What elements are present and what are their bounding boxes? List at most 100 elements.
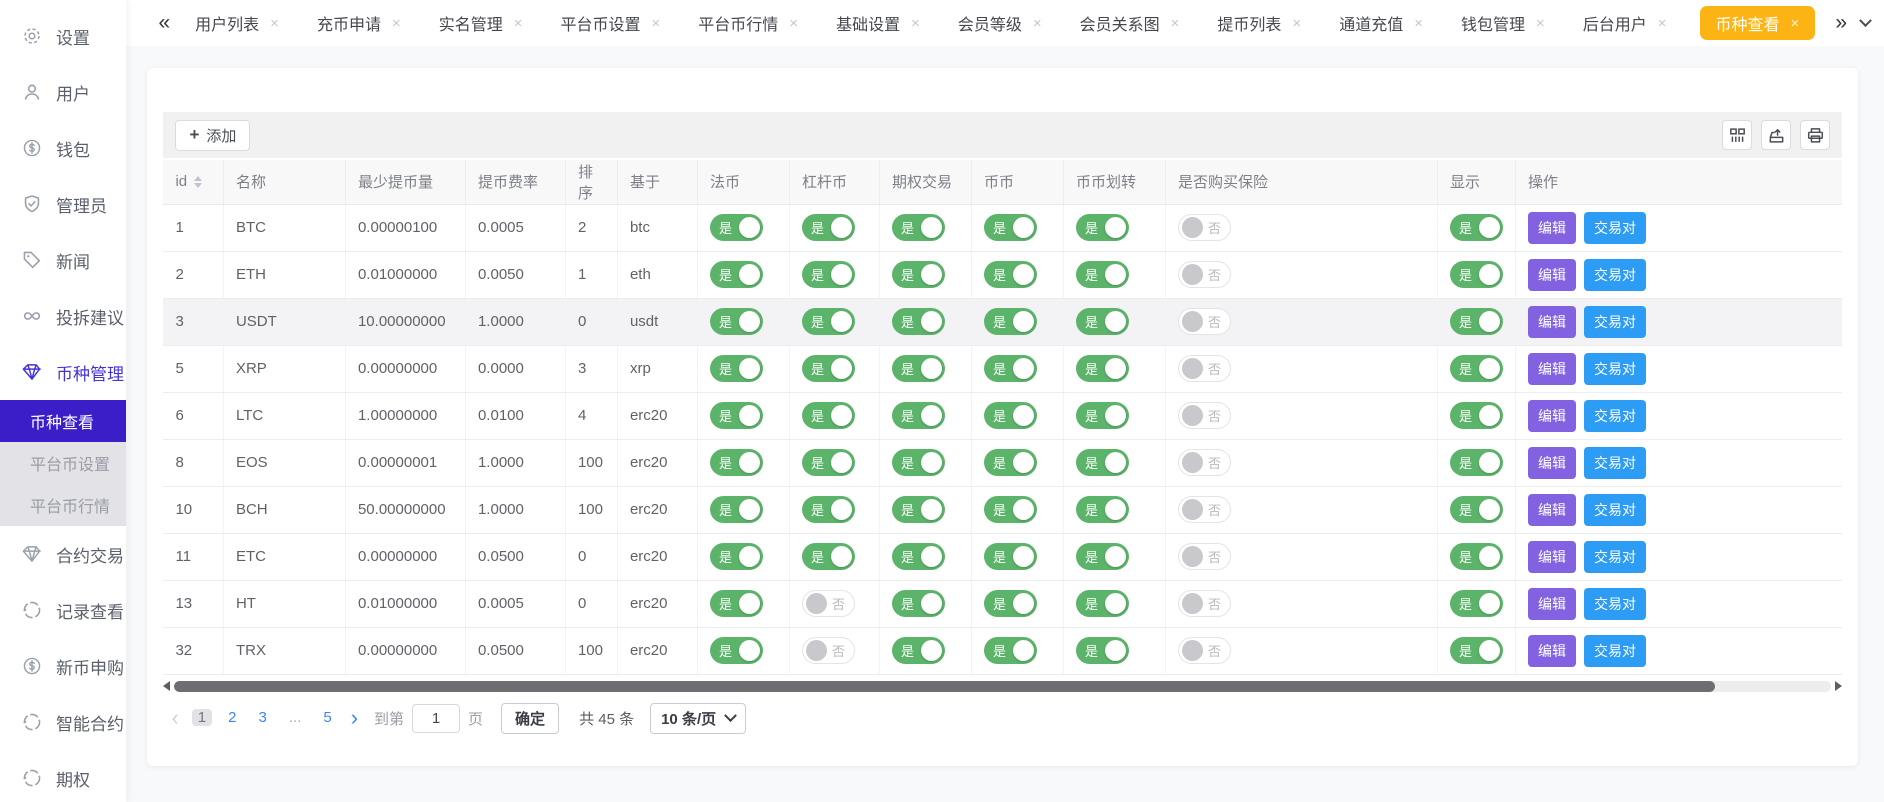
tabs-dropdown-icon[interactable] (1859, 14, 1872, 27)
toggle-yes[interactable]: 是 (710, 261, 763, 288)
confirm-button[interactable]: 确定 (501, 703, 559, 734)
add-button[interactable]: + 添加 (175, 120, 250, 151)
toggle-yes[interactable]: 是 (892, 449, 945, 476)
sidebar-subitem-platform-coin-settings[interactable]: 平台币设置 (0, 442, 126, 484)
toggle-yes[interactable]: 是 (984, 308, 1037, 335)
tabs-scroll-left-icon[interactable]: « (152, 11, 176, 35)
edit-button[interactable]: 编辑 (1528, 588, 1576, 620)
trading-pair-button[interactable]: 交易对 (1584, 447, 1646, 479)
toggle-yes[interactable]: 是 (802, 261, 855, 288)
toggle-no[interactable]: 否 (1178, 543, 1231, 570)
sidebar-item-coin-manage[interactable]: 币种管理 (0, 344, 126, 400)
toggle-yes[interactable]: 是 (710, 449, 763, 476)
toggle-yes[interactable]: 是 (1450, 637, 1503, 664)
toggle-yes[interactable]: 是 (1076, 261, 1129, 288)
trading-pair-button[interactable]: 交易对 (1584, 212, 1646, 244)
scrollbar-track[interactable] (174, 681, 1831, 692)
toggle-yes[interactable]: 是 (802, 449, 855, 476)
sidebar-item-news[interactable]: 新闻 (0, 232, 126, 288)
scroll-left-arrow-icon[interactable] (163, 681, 170, 691)
edit-button[interactable]: 编辑 (1528, 400, 1576, 432)
tab-通道充值[interactable]: 通道充值× (1339, 6, 1423, 40)
page-size-select[interactable]: 10 条/页 (650, 703, 746, 734)
column-display-button[interactable] (1722, 120, 1752, 150)
trading-pair-button[interactable]: 交易对 (1584, 306, 1646, 338)
sidebar-subitem-platform-coin-market[interactable]: 平台币行情 (0, 484, 126, 526)
toggle-yes[interactable]: 是 (1450, 496, 1503, 523)
tabs-scroll-right-icon[interactable]: » (1829, 11, 1853, 35)
sidebar-item-records-view[interactable]: 记录查看 (0, 582, 126, 638)
toggle-yes[interactable]: 是 (1450, 543, 1503, 570)
toggle-yes[interactable]: 是 (1076, 496, 1129, 523)
toggle-yes[interactable]: 是 (892, 496, 945, 523)
edit-button[interactable]: 编辑 (1528, 447, 1576, 479)
tab-后台用户[interactable]: 后台用户× (1583, 6, 1667, 40)
scroll-right-arrow-icon[interactable] (1835, 681, 1842, 691)
edit-button[interactable]: 编辑 (1528, 212, 1576, 244)
tab-close-icon[interactable]: × (789, 15, 798, 32)
trading-pair-button[interactable]: 交易对 (1584, 588, 1646, 620)
toggle-yes[interactable]: 是 (802, 402, 855, 429)
toggle-yes[interactable]: 是 (710, 496, 763, 523)
toggle-no[interactable]: 否 (1178, 402, 1231, 429)
scrollbar-thumb[interactable] (174, 681, 1715, 692)
trading-pair-button[interactable]: 交易对 (1584, 259, 1646, 291)
page-jump-input[interactable] (412, 704, 460, 733)
export-button[interactable] (1761, 120, 1791, 150)
toggle-yes[interactable]: 是 (1450, 261, 1503, 288)
toggle-no[interactable]: 否 (1178, 261, 1231, 288)
trading-pair-button[interactable]: 交易对 (1584, 635, 1646, 667)
sort-icon[interactable] (194, 176, 202, 188)
toggle-yes[interactable]: 是 (802, 214, 855, 241)
toggle-yes[interactable]: 是 (1076, 308, 1129, 335)
toggle-yes[interactable]: 是 (802, 543, 855, 570)
toggle-yes[interactable]: 是 (802, 308, 855, 335)
edit-button[interactable]: 编辑 (1528, 306, 1576, 338)
toggle-yes[interactable]: 是 (710, 402, 763, 429)
toggle-yes[interactable]: 是 (984, 496, 1037, 523)
toggle-yes[interactable]: 是 (1076, 402, 1129, 429)
toggle-yes[interactable]: 是 (984, 543, 1037, 570)
tab-close-icon[interactable]: × (270, 15, 279, 32)
print-button[interactable] (1800, 120, 1830, 150)
toggle-yes[interactable]: 是 (1450, 355, 1503, 382)
tab-会员等级[interactable]: 会员等级× (958, 6, 1042, 40)
tab-平台币设置[interactable]: 平台币设置× (561, 6, 661, 40)
sidebar-item-options[interactable]: 期权 (0, 750, 126, 802)
toggle-yes[interactable]: 是 (892, 261, 945, 288)
toggle-yes[interactable]: 是 (892, 355, 945, 382)
toggle-yes[interactable]: 是 (984, 355, 1037, 382)
toggle-yes[interactable]: 是 (802, 496, 855, 523)
toggle-yes[interactable]: 是 (1076, 355, 1129, 382)
sidebar-item-smart-contract[interactable]: 智能合约 (0, 694, 126, 750)
edit-button[interactable]: 编辑 (1528, 541, 1576, 573)
sidebar-item-settings[interactable]: 设置 (0, 8, 126, 64)
tab-钱包管理[interactable]: 钱包管理× (1461, 6, 1545, 40)
toggle-no[interactable]: 否 (1178, 308, 1231, 335)
toggle-no[interactable]: 否 (1178, 449, 1231, 476)
tab-close-icon[interactable]: × (911, 15, 920, 32)
edit-button[interactable]: 编辑 (1528, 494, 1576, 526)
toggle-yes[interactable]: 是 (892, 214, 945, 241)
toggle-yes[interactable]: 是 (892, 402, 945, 429)
toggle-yes[interactable]: 是 (1450, 449, 1503, 476)
tab-close-icon[interactable]: × (514, 15, 523, 32)
trading-pair-button[interactable]: 交易对 (1584, 541, 1646, 573)
tab-实名管理[interactable]: 实名管理× (439, 6, 523, 40)
toggle-yes[interactable]: 是 (984, 637, 1037, 664)
tab-基础设置[interactable]: 基础设置× (836, 6, 920, 40)
next-page-icon[interactable]: › (343, 707, 366, 729)
toggle-no[interactable]: 否 (802, 637, 855, 664)
trading-pair-button[interactable]: 交易对 (1584, 494, 1646, 526)
tab-close-icon[interactable]: × (392, 15, 401, 32)
tab-close-icon[interactable]: × (1791, 15, 1800, 32)
toggle-yes[interactable]: 是 (1076, 214, 1129, 241)
tab-会员关系图[interactable]: 会员关系图× (1080, 6, 1180, 40)
toggle-yes[interactable]: 是 (1076, 637, 1129, 664)
toggle-yes[interactable]: 是 (710, 637, 763, 664)
toggle-yes[interactable]: 是 (1076, 449, 1129, 476)
page-button-2[interactable]: 2 (222, 709, 242, 726)
sidebar-item-feedback[interactable]: 投拆建议 (0, 288, 126, 344)
page-button-3[interactable]: 3 (252, 709, 272, 726)
edit-button[interactable]: 编辑 (1528, 353, 1576, 385)
